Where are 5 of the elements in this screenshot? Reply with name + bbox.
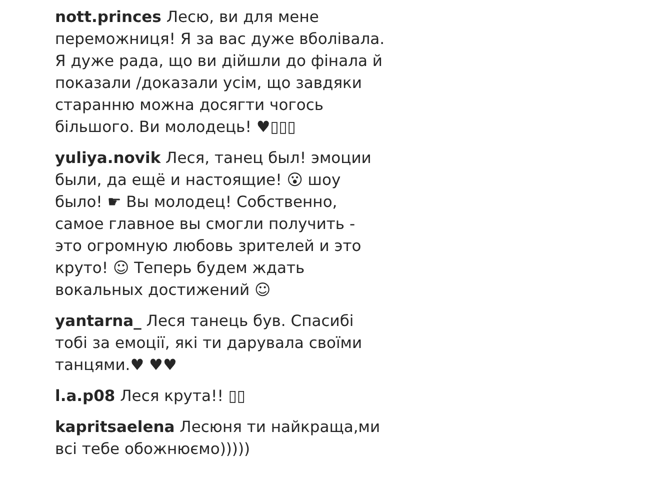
comment-text: yantarna_ Леся танець був. Спасибі тобі за емоції, які ти дарувала своїми танцями.♥ ♥♥ — [55, 311, 364, 376]
comment-text: kapritsaelena Лесюня ти найкраща,ми всі тебе обожнюємо))))) — [55, 417, 382, 460]
comment-text: l.a.p08 Леся крута!! ▯▯ — [55, 386, 246, 407]
comment-text: yuliya.novik Леся, танец был! эмоции были, да ещё и настоящие! 😮 шоу было! ☛ Вы молодец! Собственно, самое главное вы смогли получить - это огромную любовь зрителей и это круто! ☺ Теперь будем ждать вокальных достижений ☺ — [55, 148, 372, 301]
comment-text: nott.princes Лесю, ви для мене переможниця! Я за вас дуже вболівала. Я дуже рада, що ви дійшли до фінала й показали /доказали усім, що завдяки старанню можна досягти чогось більшого. Ви молодець! ♥▯▯▯ — [55, 7, 385, 138]
